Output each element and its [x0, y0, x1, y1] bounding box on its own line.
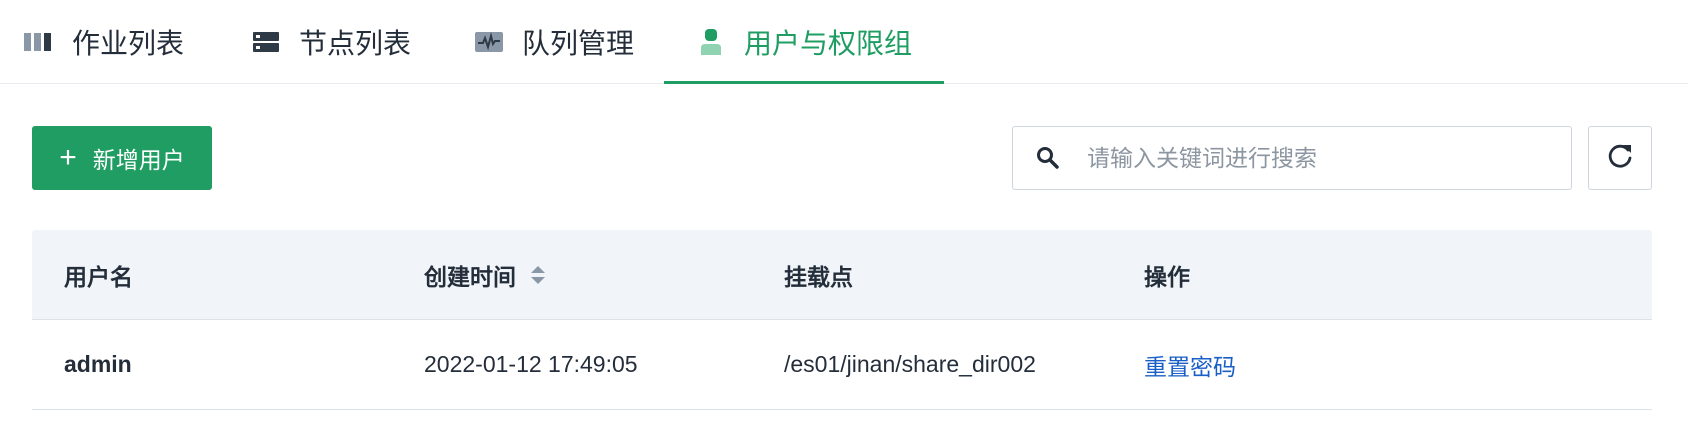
tab-bar: 作业列表 节点列表 队列管理 用户与权限组: [0, 0, 1688, 84]
columns-icon: [24, 27, 54, 57]
cell-username: admin: [64, 351, 132, 377]
search-icon: [1033, 143, 1063, 173]
tab-label: 作业列表: [72, 28, 185, 59]
tab-job-list[interactable]: 作业列表: [24, 0, 184, 84]
pulse-monitor-icon: [474, 27, 504, 57]
cell-actions: 重置密码: [1112, 348, 1652, 382]
column-header-created-time[interactable]: 创建时间: [392, 258, 752, 292]
sort-icon[interactable]: [530, 265, 546, 285]
cell-created-time: 2022-01-12 17:49:05: [424, 351, 638, 377]
refresh-icon: [1605, 141, 1635, 176]
tab-label: 队列管理: [522, 28, 635, 59]
users-table: 用户名 创建时间 挂载点 操作 admin 2022-01-12 17:49:0…: [32, 230, 1652, 410]
column-header-label: 创建时间: [424, 263, 516, 290]
column-header-mount-point: 挂载点: [784, 263, 853, 290]
server-icon: [251, 27, 281, 57]
cell-mount-point: /es01/jinan/share_dir002: [784, 351, 1036, 377]
column-header-username: 用户名: [64, 263, 133, 290]
column-header-actions: 操作: [1144, 263, 1190, 290]
search-box: [1012, 126, 1572, 190]
tab-label: 用户与权限组: [744, 28, 913, 59]
search-input[interactable]: [1085, 143, 1549, 173]
table-header: 用户名 创建时间 挂载点 操作: [32, 230, 1652, 320]
active-tab-indicator: [664, 81, 944, 84]
tab-node-list[interactable]: 节点列表: [251, 0, 411, 84]
table-row: admin 2022-01-12 17:49:05 /es01/jinan/sh…: [32, 320, 1652, 410]
tab-label: 节点列表: [299, 28, 412, 59]
user-icon: [696, 27, 726, 57]
add-user-button[interactable]: + 新增用户: [32, 126, 212, 190]
reset-password-link[interactable]: 重置密码: [1144, 354, 1236, 380]
tab-users-permissions[interactable]: 用户与权限组: [696, 0, 912, 84]
plus-icon: +: [59, 141, 77, 174]
refresh-button[interactable]: [1588, 126, 1652, 190]
add-user-label: 新增用户: [92, 147, 185, 173]
tab-queue-management[interactable]: 队列管理: [474, 0, 634, 84]
